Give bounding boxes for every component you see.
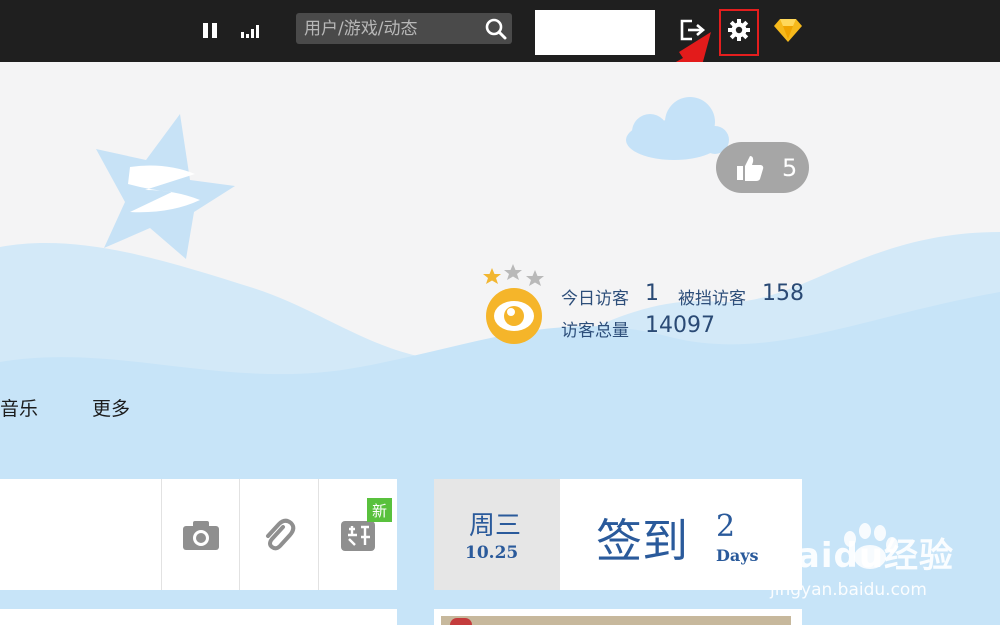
signin-days-label: Days [716, 546, 759, 565]
fun-tool[interactable] [318, 479, 397, 590]
weekday-label: 周三 [469, 511, 522, 541]
thumbs-up-icon [737, 155, 764, 181]
diamond-icon[interactable] [771, 14, 805, 46]
pause-icon[interactable] [199, 17, 221, 43]
like-count: 5 [782, 153, 798, 182]
nav-item-music[interactable]: 音乐 [0, 394, 38, 421]
watermark-brand: Baidu经验 [770, 536, 955, 576]
signin-days-count: 2 [716, 509, 736, 544]
link-icon [265, 518, 295, 550]
search-icon[interactable] [483, 16, 508, 41]
settings-highlight-box [719, 9, 759, 56]
watermark-url: jingyan.baidu.com [770, 580, 927, 600]
visitor-eye-icon [483, 264, 544, 344]
search-input[interactable] [304, 17, 474, 40]
signin-button[interactable]: 签到 [596, 505, 688, 571]
date-label: 10.25 [465, 543, 519, 563]
blocked-visitors-count[interactable]: 158 [762, 281, 804, 306]
nav-item-more[interactable]: 更多 [92, 394, 130, 421]
photo-tool[interactable] [161, 479, 239, 590]
total-visitors-count: 14097 [645, 313, 715, 338]
blocked-visitors-label: 被挡访客 [678, 289, 746, 309]
link-tool[interactable] [239, 479, 317, 590]
total-visitors-label: 访客总量 [561, 321, 629, 341]
today-visitors-count: 1 [645, 281, 659, 306]
music-bars-icon[interactable] [236, 17, 266, 43]
search-box [296, 13, 512, 44]
like-button[interactable]: 5 [716, 142, 809, 193]
camera-icon [182, 520, 219, 550]
new-badge: 新 [367, 498, 392, 522]
top-bar [0, 0, 1000, 62]
today-visitors-label: 今日访客 [561, 289, 629, 309]
side-panel-red-badge [450, 618, 472, 625]
feed-panel [0, 609, 397, 625]
side-panel-image [441, 616, 791, 625]
